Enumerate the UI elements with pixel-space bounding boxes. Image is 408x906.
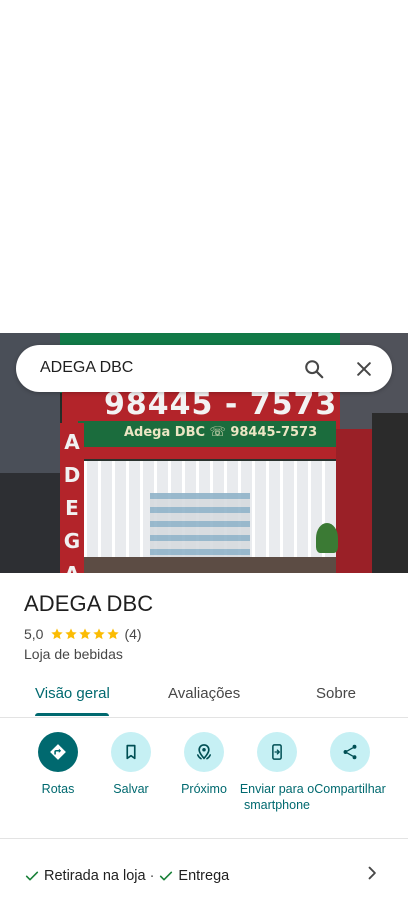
review-count: (4) (124, 626, 142, 642)
section-divider (0, 838, 408, 839)
share-button-circle[interactable] (330, 732, 370, 772)
search-icon (305, 360, 324, 379)
search-button[interactable] (299, 354, 329, 384)
nearby-label: Próximo (181, 782, 227, 796)
tab-active-indicator (35, 713, 109, 716)
service-separator: · (149, 868, 155, 884)
rating-value: 5,0 (24, 626, 44, 642)
star-icon (51, 628, 64, 640)
search-input[interactable]: ADEGA DBC (40, 359, 133, 377)
save-button[interactable]: Salvar (93, 732, 169, 797)
star-icon (107, 628, 120, 640)
photo-floor (84, 557, 336, 573)
close-icon (357, 362, 371, 376)
rating-row[interactable]: 5,0 (4) (24, 625, 142, 643)
directions-button-circle[interactable] (38, 732, 78, 772)
services-row[interactable]: Retirada na loja · Entrega (24, 866, 229, 886)
star-icon (65, 628, 78, 640)
place-title: ADEGA DBC (24, 591, 154, 616)
save-label: Salvar (113, 782, 149, 796)
star-icon (93, 628, 106, 640)
map-area[interactable] (0, 0, 408, 333)
directions-label: Rotas (41, 782, 75, 796)
photo-shelf (150, 493, 250, 559)
photo-side-letter: E (65, 496, 79, 520)
star-icon (79, 628, 92, 640)
share-label: Compartilhar (314, 782, 386, 796)
save-button-circle[interactable] (111, 732, 151, 772)
send-to-phone-icon (272, 744, 282, 760)
service-pickup: Retirada na loja (44, 868, 146, 884)
directions-button[interactable]: Rotas (20, 732, 96, 797)
bookmark-icon (126, 744, 136, 760)
photo-side-sign: A D E G A (60, 423, 84, 573)
nearby-button[interactable]: Próximo (166, 732, 242, 797)
send-to-phone-button-circle[interactable] (257, 732, 297, 772)
directions-icon (50, 744, 66, 760)
photo-door-right (372, 413, 408, 573)
photo-wall-left-lower (0, 473, 60, 573)
tab-about[interactable]: Sobre (316, 685, 356, 702)
photo-side-letter: A (60, 555, 84, 573)
service-delivery: Entrega (178, 868, 230, 884)
send-to-phone-button[interactable]: Enviar para o smartphone (239, 732, 315, 813)
search-bar[interactable]: ADEGA DBC (16, 345, 392, 392)
place-tabs: Visão geral Avaliações Sobre (0, 672, 408, 718)
tab-reviews[interactable]: Avaliações (168, 685, 240, 702)
place-category: Loja de bebidas (24, 646, 123, 662)
clear-search-button[interactable] (349, 354, 379, 384)
photo-side-letter: G (63, 529, 81, 553)
photo-sign-band: Adega DBC ☏ 98445-7573 (78, 421, 336, 447)
photo-side-sign-right (336, 429, 372, 573)
nearby-icon (197, 744, 211, 760)
photo-plant (316, 523, 338, 553)
share-button[interactable]: Compartilhar (312, 732, 388, 797)
check-icon (160, 871, 173, 881)
tab-overview[interactable]: Visão geral (35, 685, 110, 702)
chevron-right-icon[interactable] (362, 863, 382, 883)
photo-sign-phone: 98445 - 7573 (104, 387, 338, 422)
photo-sign-band-text: Adega DBC ☏ 98445-7573 (124, 425, 318, 440)
nearby-button-circle[interactable] (184, 732, 224, 772)
send-to-phone-label: Enviar para o smartphone (239, 782, 315, 812)
rating-stars (50, 627, 120, 641)
share-icon (343, 744, 357, 760)
photo-side-letter: A (64, 430, 80, 454)
check-icon (25, 871, 39, 881)
photo-side-letter: D (63, 463, 81, 487)
